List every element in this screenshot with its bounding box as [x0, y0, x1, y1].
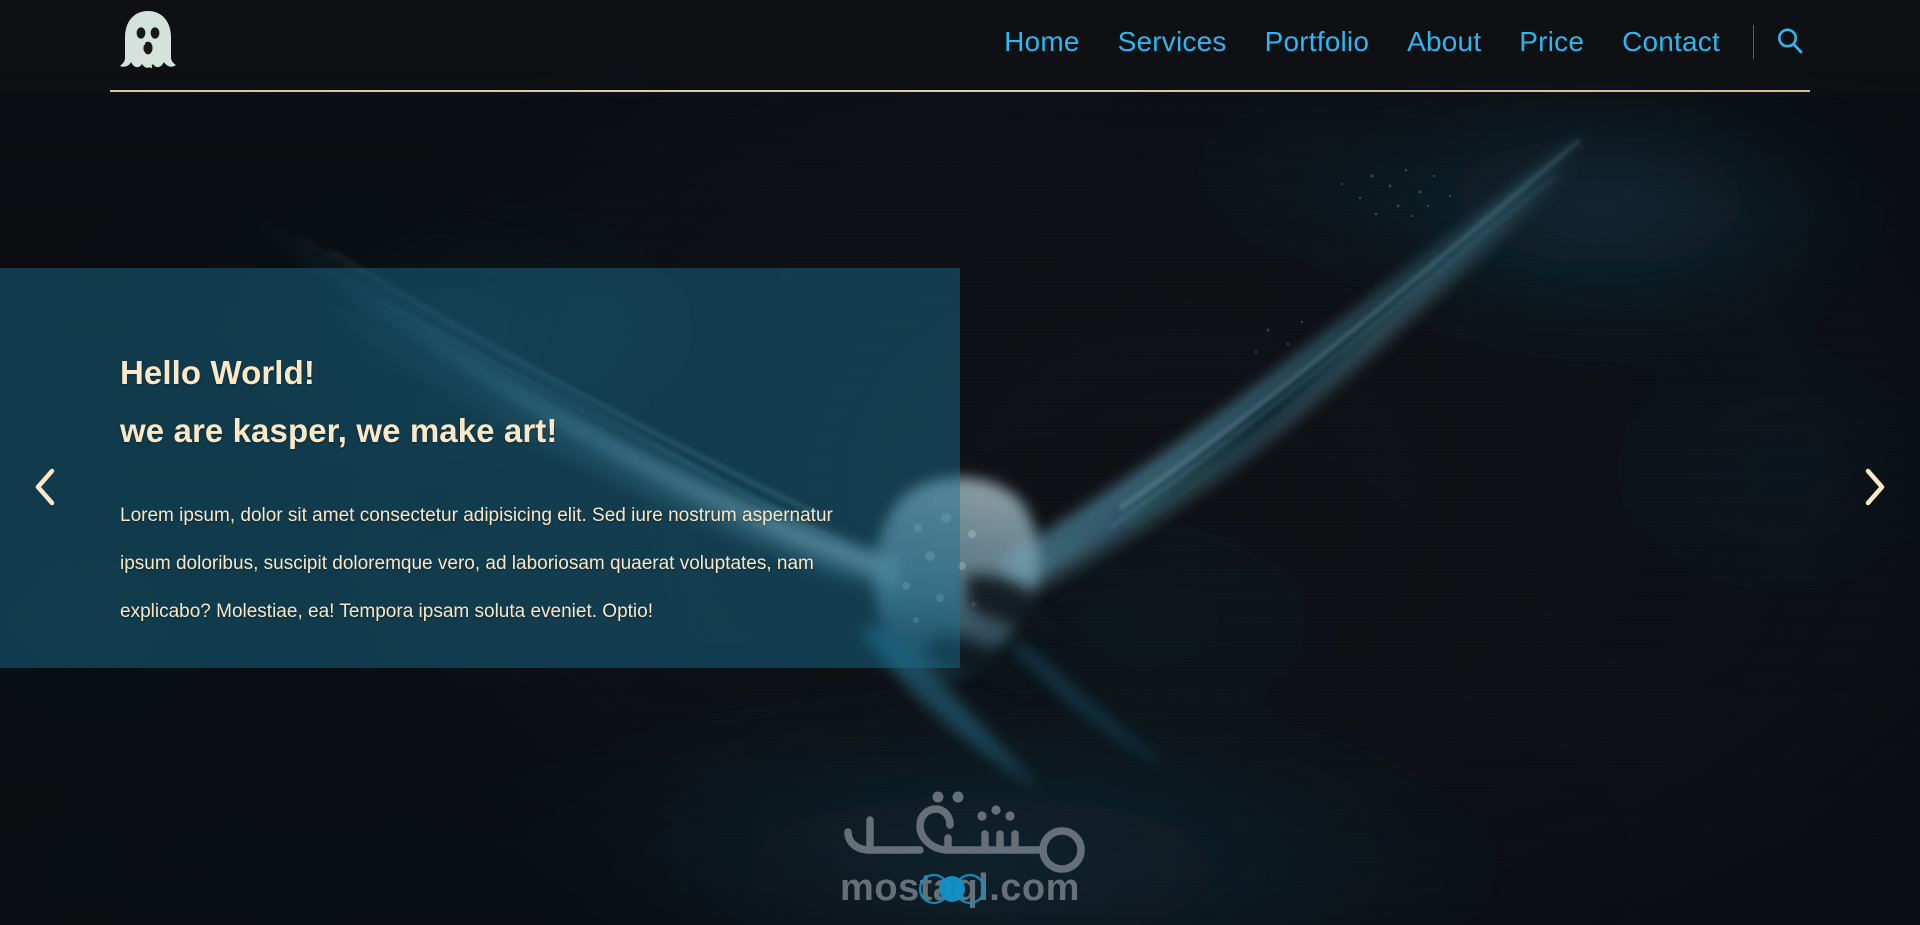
hero-paragraph: Lorem ipsum, dolor sit amet consectetur …	[120, 505, 833, 622]
header-underline-rule	[110, 90, 1810, 92]
ghost-icon	[117, 8, 179, 80]
slider-prev-button[interactable]	[20, 457, 70, 517]
hero-heading-line1: Hello World!	[120, 354, 315, 391]
site-header: Home Services Portfolio About Price Cont…	[0, 0, 1920, 97]
search-button[interactable]	[1770, 22, 1810, 62]
main-navigation: Home Services Portfolio About Price Cont…	[998, 22, 1810, 62]
chevron-left-icon	[32, 467, 58, 507]
site-logo[interactable]	[110, 0, 186, 88]
nav-divider	[1753, 25, 1754, 59]
nav-link-services[interactable]: Services	[1099, 25, 1246, 59]
search-icon	[1775, 26, 1805, 59]
slider-next-button[interactable]	[1850, 457, 1900, 517]
nav-link-contact[interactable]: Contact	[1603, 25, 1739, 59]
page-root: Hello World! we are kasper, we make art!…	[0, 0, 1920, 925]
nav-link-home[interactable]: Home	[998, 25, 1099, 59]
hero-heading-line2: we are kasper, we make art!	[120, 412, 558, 449]
nav-link-about[interactable]: About	[1388, 25, 1500, 59]
header-inner: Home Services Portfolio About Price Cont…	[0, 0, 1920, 97]
nav-link-portfolio[interactable]: Portfolio	[1246, 25, 1389, 59]
chevron-right-icon	[1862, 467, 1888, 507]
nav-link-price[interactable]: Price	[1500, 25, 1603, 59]
hero-content: Hello World! we are kasper, we make art!…	[120, 268, 940, 668]
